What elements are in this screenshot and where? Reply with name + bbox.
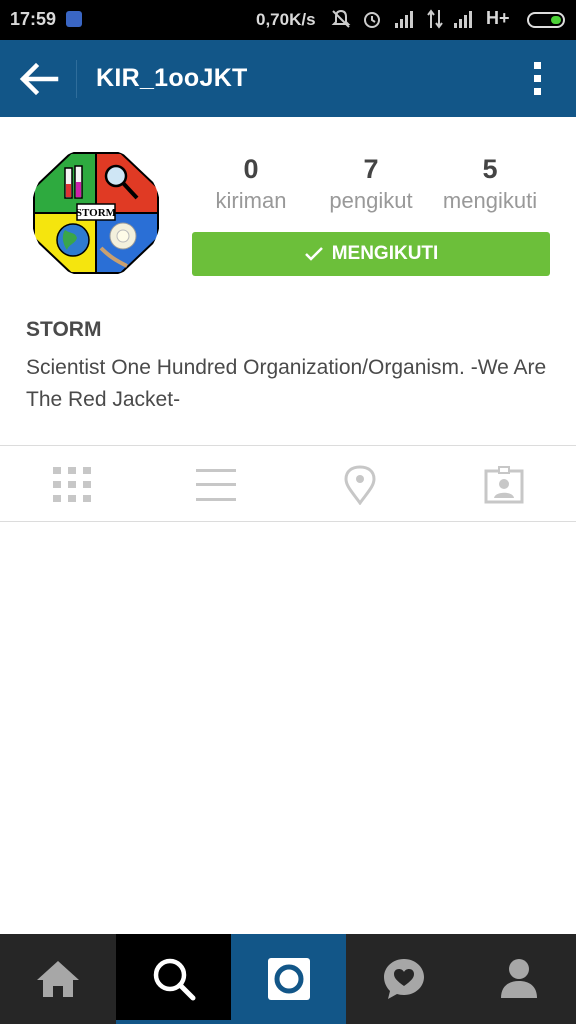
tab-grid-view[interactable] <box>42 460 102 510</box>
following-button[interactable]: MENGIKUTI <box>192 232 550 276</box>
app-bar: KIR_1ooJKT <box>0 40 576 117</box>
tab-list-view[interactable] <box>186 460 246 510</box>
stat-following-count: 5 <box>482 154 498 184</box>
stat-followers[interactable]: 7 pengikut <box>311 152 431 215</box>
profile-bio: Scientist One Hundred Organization/Organ… <box>26 356 547 411</box>
nav-activity[interactable] <box>346 934 461 1024</box>
data-arrows-icon <box>427 9 443 29</box>
profile-username: KIR_1ooJKT <box>96 64 248 92</box>
stat-following[interactable]: 5 mengikuti <box>430 152 550 215</box>
nav-search[interactable] <box>116 934 231 1024</box>
stat-followers-label: pengikut <box>329 188 413 213</box>
tab-location-view[interactable] <box>330 460 390 510</box>
network-type: H+ <box>486 8 510 28</box>
bottom-navigation <box>0 934 576 1024</box>
following-button-label: MENGIKUTI <box>331 243 439 264</box>
tagged-photo-icon <box>484 466 524 504</box>
nav-camera[interactable] <box>231 934 346 1024</box>
location-pin-icon <box>344 465 376 505</box>
network-speed: 0,70K/s <box>256 10 316 29</box>
active-tab-indicator <box>116 1020 231 1024</box>
nav-profile[interactable] <box>461 934 576 1024</box>
avatar-logo-text: STORM <box>76 207 117 219</box>
checkmark-icon <box>304 247 323 261</box>
status-bar: 17:59 0,70K/s H+ <box>0 0 576 40</box>
app-bar-divider <box>76 60 77 98</box>
stat-posts-count: 0 <box>243 154 259 184</box>
signal-icon <box>454 11 472 28</box>
profile-full-name: STORM <box>26 318 102 341</box>
stat-posts[interactable]: 0 kiriman <box>191 152 311 215</box>
search-icon <box>153 958 195 1001</box>
bbm-icon <box>66 11 82 27</box>
stat-posts-label: kiriman <box>215 188 287 213</box>
stat-followers-count: 7 <box>363 154 379 184</box>
home-icon <box>37 961 79 997</box>
grid-icon <box>53 467 91 502</box>
section-divider <box>0 521 576 522</box>
back-arrow-icon[interactable] <box>18 62 60 96</box>
nav-home[interactable] <box>0 934 116 1024</box>
alarm-icon <box>364 12 380 28</box>
tab-tagged-view[interactable] <box>474 460 534 510</box>
status-time: 17:59 <box>10 9 57 29</box>
stat-following-label: mengikuti <box>442 188 538 213</box>
profile-avatar[interactable]: STORM <box>31 148 161 278</box>
mute-icon <box>331 9 351 28</box>
section-divider <box>0 445 576 446</box>
camera-icon <box>267 958 310 1000</box>
battery-icon <box>527 12 565 28</box>
more-vertical-icon[interactable] <box>526 60 550 98</box>
activity-heart-icon <box>383 959 424 999</box>
list-icon <box>196 469 236 501</box>
signal-icon <box>395 11 413 28</box>
profile-icon <box>500 959 537 998</box>
